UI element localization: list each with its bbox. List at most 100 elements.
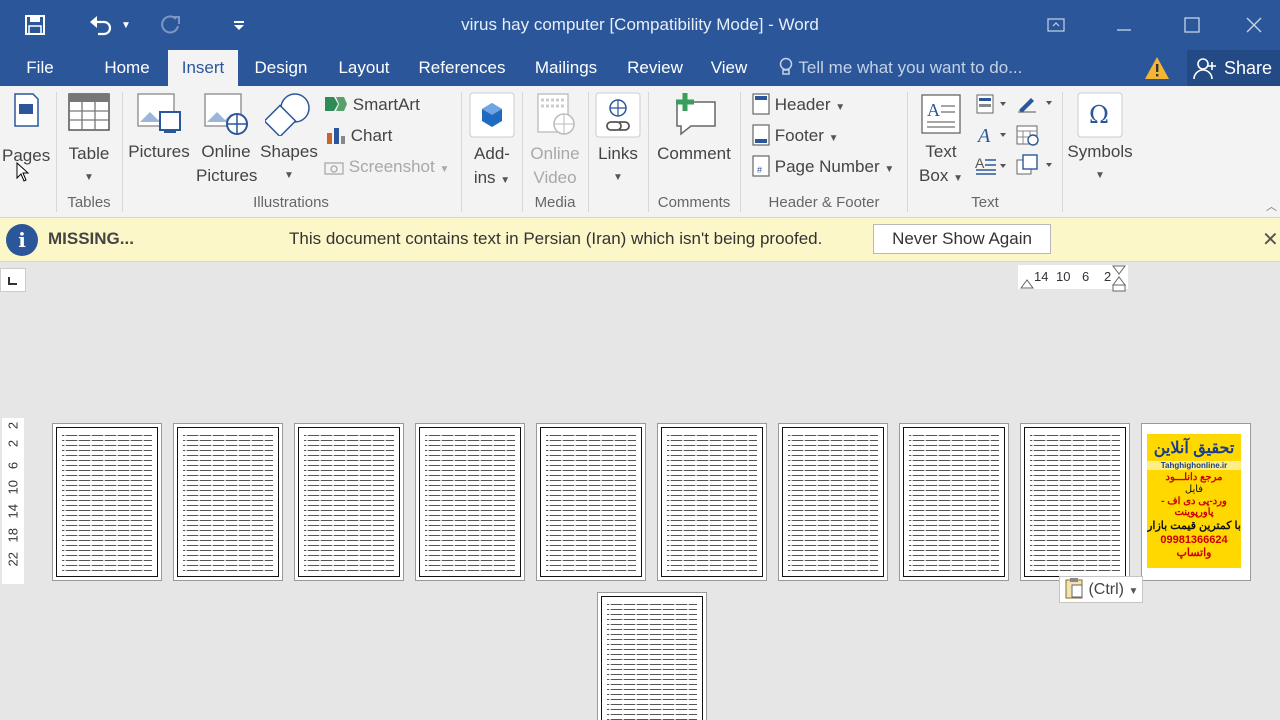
- table-button[interactable]: Table ▼: [60, 92, 118, 190]
- tab-view[interactable]: View: [704, 50, 754, 86]
- document-page[interactable]: [778, 423, 888, 581]
- drop-cap-icon[interactable]: A: [974, 154, 1008, 181]
- maximize-icon[interactable]: [1158, 0, 1226, 50]
- text-box-label-1: Text: [925, 142, 957, 161]
- tab-review[interactable]: Review: [620, 50, 690, 86]
- table-icon: [68, 93, 110, 131]
- share-button[interactable]: Share: [1187, 50, 1280, 86]
- footer-button[interactable]: Footer ▼: [752, 123, 839, 149]
- document-page[interactable]: [294, 423, 404, 581]
- chart-button[interactable]: Chart: [326, 123, 392, 149]
- ad-page[interactable]: تحقیق آنلاین Tahghighonline.ir مرجع دانل…: [1141, 423, 1251, 581]
- addins-label-2: ins ▼: [473, 168, 511, 187]
- omega-icon: Ω: [1077, 92, 1123, 138]
- collapse-ribbon-icon[interactable]: ︿: [1266, 198, 1277, 214]
- shapes-dropdown-icon: ▼: [284, 170, 294, 181]
- text-box-button[interactable]: A Text Box ▼: [912, 92, 970, 191]
- links-label: Links: [598, 144, 638, 163]
- right-indent-marker-icon[interactable]: [1112, 265, 1126, 295]
- tab-references[interactable]: References: [410, 50, 514, 86]
- online-video-icon: [537, 93, 575, 135]
- group-comments-label: Comments: [657, 194, 731, 211]
- shapes-button[interactable]: Shapes ▼: [258, 92, 320, 188]
- document-page[interactable]: [52, 423, 162, 581]
- tab-design[interactable]: Design: [246, 50, 316, 86]
- hruler-tick: 2: [1104, 269, 1112, 284]
- online-pictures-icon: [204, 93, 248, 135]
- pictures-label: Pictures: [128, 142, 190, 161]
- document-page[interactable]: [415, 423, 525, 581]
- document-page[interactable]: [657, 423, 767, 581]
- never-show-again-button[interactable]: Never Show Again: [873, 224, 1051, 254]
- paste-options-button[interactable]: (Ctrl) ▼: [1059, 576, 1143, 603]
- screenshot-button[interactable]: Screenshot ▼: [324, 154, 449, 180]
- document-page[interactable]: [899, 423, 1009, 581]
- advertisement-banner: تحقیق آنلاین Tahghighonline.ir مرجع دانل…: [1147, 434, 1241, 568]
- tab-file[interactable]: File: [18, 50, 62, 86]
- tell-me-text: Tell me what you want to do...: [798, 58, 1023, 77]
- minimize-icon[interactable]: [1090, 0, 1158, 50]
- svg-text:A: A: [927, 100, 940, 120]
- addins-button[interactable]: Add- ins ▼: [466, 92, 518, 193]
- tab-selector[interactable]: [0, 268, 26, 292]
- ad-line: فایل: [1184, 484, 1204, 495]
- share-label: Share: [1224, 58, 1273, 78]
- object-icon[interactable]: [1016, 154, 1056, 181]
- pages-button[interactable]: Pages: [2, 92, 50, 168]
- tab-home[interactable]: Home: [94, 50, 160, 86]
- symbols-button[interactable]: Ω Symbols ▼: [1066, 92, 1134, 188]
- warning-icon[interactable]: [1144, 56, 1170, 85]
- svg-text:#: #: [757, 165, 762, 175]
- close-message-icon[interactable]: ✕: [1262, 227, 1279, 252]
- vruler-tick: 14: [5, 504, 21, 519]
- tab-layout[interactable]: Layout: [330, 50, 398, 86]
- date-time-icon[interactable]: [1016, 124, 1040, 151]
- title-bar: ▼ virus hay computer [Compatibility Mode…: [0, 0, 1280, 50]
- smartart-button[interactable]: SmartArt: [324, 92, 420, 118]
- signature-line-icon[interactable]: [1016, 92, 1056, 119]
- wordart-icon[interactable]: A: [976, 124, 1008, 151]
- person-icon: [1193, 58, 1216, 80]
- online-video-label-2: Video: [533, 168, 577, 187]
- document-page[interactable]: [1020, 423, 1130, 581]
- tell-me-search[interactable]: Tell me what you want to do...: [778, 50, 1022, 86]
- word-window: ▼ virus hay computer [Compatibility Mode…: [0, 0, 1280, 720]
- document-page[interactable]: [536, 423, 646, 581]
- comment-button[interactable]: Comment: [652, 92, 736, 166]
- quick-parts-icon[interactable]: [976, 94, 1008, 119]
- close-icon[interactable]: [1228, 0, 1280, 50]
- links-button[interactable]: Links ▼: [592, 92, 644, 190]
- symbols-dropdown-icon: ▼: [1095, 170, 1105, 181]
- vruler-tick: 2: [5, 421, 21, 430]
- comment-label: Comment: [657, 144, 731, 163]
- online-pictures-label-1: Online: [201, 142, 251, 161]
- mouse-cursor-icon: [16, 162, 30, 182]
- tab-insert[interactable]: Insert: [168, 50, 238, 87]
- symbols-label: Symbols: [1067, 142, 1133, 161]
- text-box-icon: A: [921, 94, 961, 134]
- header-button[interactable]: Header ▼: [752, 92, 845, 118]
- ribbon-display-options-icon[interactable]: [1022, 0, 1090, 50]
- ribbon-tabs: File Home Insert Design Layout Reference…: [0, 50, 1280, 87]
- online-video-button[interactable]: Online Video: [526, 92, 584, 190]
- vertical-ruler[interactable]: 2 2 6 10 14 18 22: [2, 418, 24, 584]
- info-icon: i: [6, 224, 38, 256]
- page-number-button[interactable]: # Page Number ▼: [752, 154, 894, 180]
- smartart-label: SmartArt: [352, 95, 420, 114]
- tab-mailings[interactable]: Mailings: [526, 50, 606, 86]
- pages-icon: [14, 93, 39, 127]
- svg-text:Ω: Ω: [1089, 101, 1109, 129]
- ad-line: مرجع دانلـــود: [1165, 472, 1223, 483]
- horizontal-ruler[interactable]: 14 10 6 2: [1018, 265, 1128, 292]
- ribbon: Pages Table ▼ Tables Pictures Online Pic…: [0, 86, 1280, 218]
- pictures-button[interactable]: Pictures: [126, 92, 192, 164]
- vruler-tick: 22: [5, 552, 21, 567]
- message-title: MISSING...: [48, 229, 134, 248]
- document-page[interactable]: [173, 423, 283, 581]
- left-indent-marker-icon[interactable]: [1020, 277, 1034, 289]
- hruler-tick: 10: [1056, 269, 1071, 284]
- vruler-tick: 6: [5, 461, 21, 470]
- document-page[interactable]: [597, 592, 707, 720]
- svg-text:A: A: [976, 125, 991, 146]
- online-pictures-button[interactable]: Online Pictures: [196, 92, 257, 188]
